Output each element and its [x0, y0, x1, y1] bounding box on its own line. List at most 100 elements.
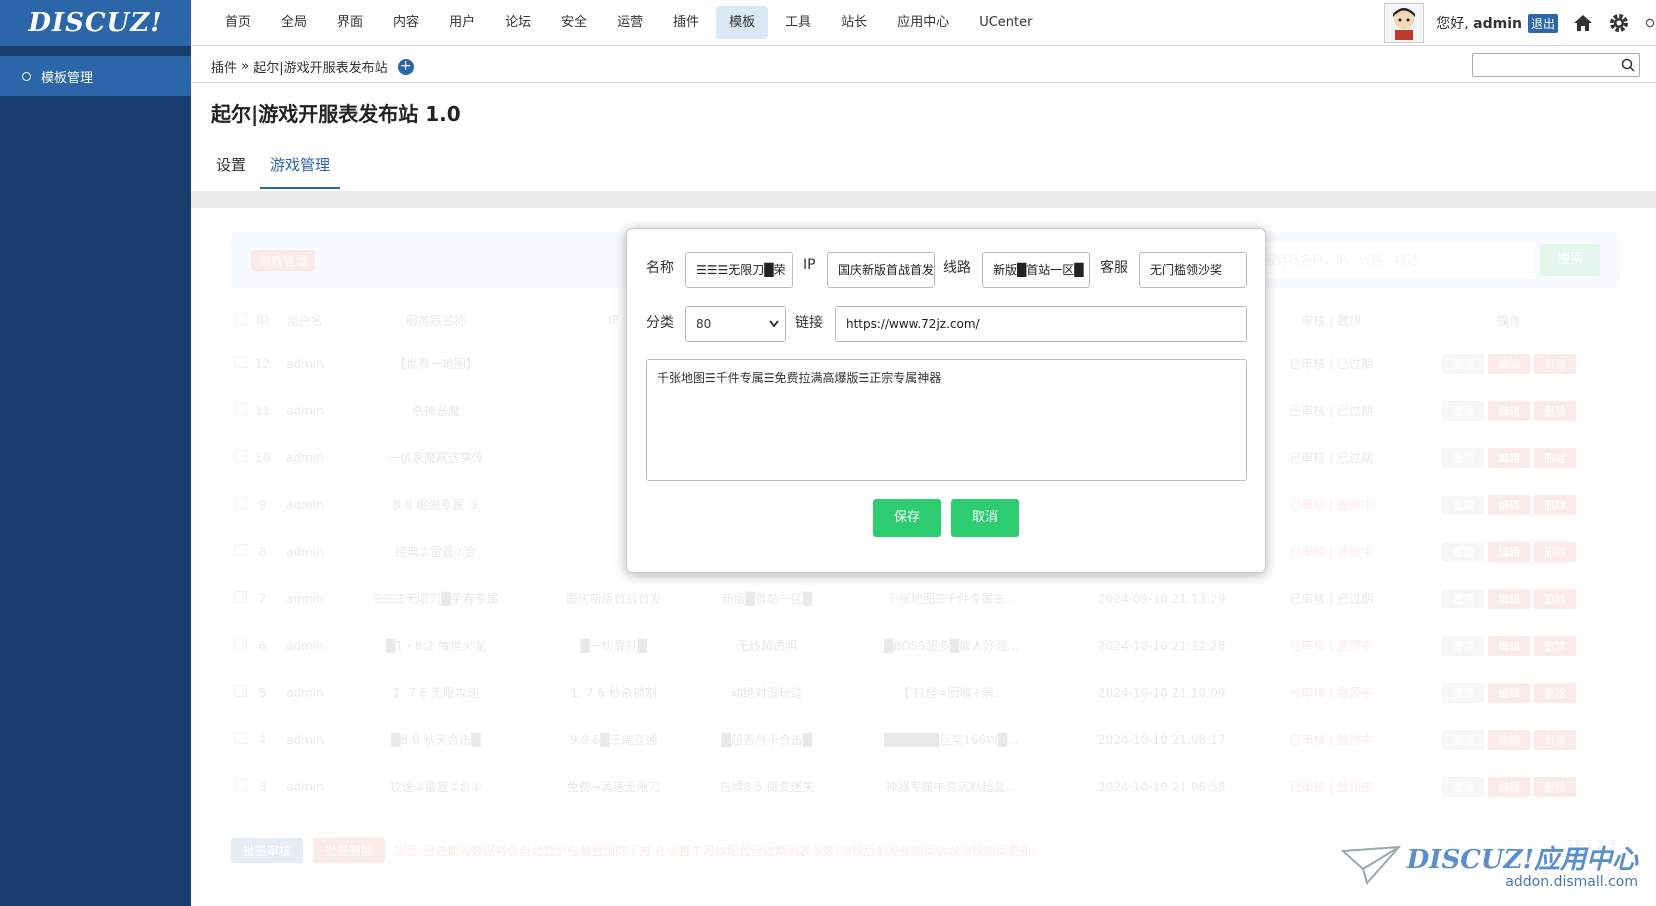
delete-button[interactable]: 删除 — [1534, 776, 1577, 797]
cell-actions: 置顶 编辑 删除 — [1398, 434, 1620, 481]
cell-user: admin — [286, 403, 324, 418]
nav-item[interactable]: 应用中心 — [884, 6, 962, 39]
cell-name: 经典②雷霆②合 — [395, 545, 477, 559]
nav-item[interactable]: 首页 — [212, 6, 264, 39]
edit-button[interactable]: 编辑 — [1488, 447, 1531, 468]
cell-status: 已审核 | 置顶中 — [1289, 686, 1374, 700]
search-icon[interactable] — [1621, 58, 1635, 72]
row-checkbox[interactable] — [234, 497, 247, 509]
nav-item[interactable]: 工具 — [772, 6, 824, 39]
delete-button[interactable]: 删除 — [1534, 635, 1577, 656]
edit-button[interactable]: 编辑 — [1488, 353, 1531, 374]
logout-button[interactable]: 退出 — [1527, 13, 1558, 33]
save-button[interactable]: 保存 — [873, 499, 941, 537]
nav-item[interactable]: UCenter — [966, 6, 1045, 39]
row-checkbox[interactable] — [234, 544, 247, 556]
nav-item[interactable]: 全局 — [268, 6, 320, 39]
cell-actions: 置顶 编辑 删除 — [1398, 622, 1620, 669]
avatar[interactable] — [1384, 3, 1425, 43]
row-checkbox[interactable] — [234, 638, 247, 650]
column-header: 服务器名称 — [405, 313, 466, 328]
pin-button[interactable]: 置顶 — [1442, 447, 1485, 468]
admin-search — [1472, 53, 1640, 77]
theme-toggle-icon[interactable] — [1644, 12, 1656, 34]
tab-settings[interactable]: 设置 — [206, 142, 256, 189]
breadcrumb-current: 起尔|游戏开服表发布站 — [253, 61, 388, 76]
bulk-approve-button[interactable]: 批量审核 — [231, 838, 304, 863]
row-checkbox[interactable] — [234, 779, 247, 791]
delete-button[interactable]: 删除 — [1534, 353, 1577, 374]
pin-button[interactable]: 置顶 — [1442, 541, 1485, 562]
nav-item[interactable]: 安全 — [548, 6, 600, 39]
row-checkbox[interactable] — [234, 591, 247, 603]
breadcrumb-plugin[interactable]: 插件 — [211, 57, 237, 76]
select-all-checkbox[interactable] — [234, 312, 247, 325]
edit-button[interactable]: 编辑 — [1488, 776, 1531, 797]
ip-field[interactable]: 国庆新版首战首发 — [827, 252, 935, 288]
nav-item[interactable]: 论坛 — [492, 6, 544, 39]
cell-time: 2024-10-10 21:12:28 — [1098, 638, 1226, 653]
edit-button[interactable]: 编辑 — [1488, 635, 1531, 656]
nav-item[interactable]: 用户 — [436, 6, 488, 39]
delete-button[interactable]: 删除 — [1534, 682, 1577, 703]
discuz-logo[interactable]: DISCUZ! — [0, 0, 191, 46]
home-icon[interactable] — [1572, 12, 1594, 34]
bulk-delete-button[interactable]: 批量删除 — [313, 838, 386, 863]
row-checkbox[interactable] — [234, 450, 247, 462]
pin-button[interactable]: 置顶 — [1442, 588, 1485, 609]
list-search-button[interactable]: 搜索 — [1540, 244, 1600, 276]
pin-button[interactable]: 置顶 — [1442, 494, 1485, 515]
row-checkbox[interactable] — [234, 732, 247, 744]
cancel-button[interactable]: 取消 — [951, 499, 1019, 537]
pin-button[interactable]: 置顶 — [1442, 776, 1485, 797]
row-checkbox[interactable] — [234, 356, 247, 368]
pin-button[interactable]: 置顶 — [1442, 729, 1485, 750]
nav-item[interactable]: 运营 — [604, 6, 656, 39]
circle-icon — [22, 71, 31, 81]
edit-button[interactable]: 编辑 — [1488, 494, 1531, 515]
admin-search-input[interactable] — [1473, 54, 1613, 76]
chevron-down-icon — [769, 320, 779, 328]
sidebar-item-template-manage[interactable]: 模板管理 — [0, 56, 191, 96]
pin-button[interactable]: 置顶 — [1442, 400, 1485, 421]
cell-actions: 置顶 编辑 删除 — [1398, 340, 1620, 387]
row-checkbox[interactable] — [234, 403, 247, 415]
category-select[interactable]: 80 — [685, 306, 786, 342]
edit-button[interactable]: 编辑 — [1488, 682, 1531, 703]
column-header: 用户名 — [286, 313, 323, 328]
nav-item[interactable]: 插件 — [660, 6, 712, 39]
delete-button[interactable]: 删除 — [1534, 400, 1577, 421]
list-search-input[interactable]: 服务器名称、IP、线路、描述 — [1254, 242, 1534, 278]
tab-game-manage[interactable]: 游戏管理 — [260, 142, 341, 189]
cell-desc: █BOSS超多█散人好混... — [883, 639, 1019, 653]
cell-status: 已审核 | 已过期 — [1289, 451, 1374, 465]
line-field[interactable]: 新版█首站一区█ — [982, 252, 1090, 288]
edit-button[interactable]: 编辑 — [1488, 588, 1531, 609]
gear-icon[interactable] — [1608, 12, 1630, 34]
edit-button[interactable]: 编辑 — [1488, 400, 1531, 421]
description-textarea[interactable]: 千张地图☰千件专属☰免费拉满高爆版☰正宗专属神器 — [646, 359, 1247, 481]
delete-button[interactable]: 删除 — [1534, 494, 1577, 515]
name-field[interactable]: ☰☰☰无限刀█荣 — [685, 252, 793, 288]
edit-button[interactable]: 编辑 — [1488, 729, 1531, 750]
row-select-cell — [231, 716, 250, 763]
edit-button[interactable]: 编辑 — [1488, 541, 1531, 562]
delete-button[interactable]: 删除 — [1534, 588, 1577, 609]
delete-button[interactable]: 删除 — [1534, 447, 1577, 468]
nav-item[interactable]: 内容 — [380, 6, 432, 39]
row-checkbox[interactable] — [234, 685, 247, 697]
line-label: 线路 — [943, 260, 971, 276]
delete-button[interactable]: 删除 — [1534, 729, 1577, 750]
link-field[interactable]: https://www.72jz.com/ — [835, 306, 1247, 342]
pin-button[interactable]: 置顶 — [1442, 682, 1485, 703]
delete-button[interactable]: 删除 — [1534, 541, 1577, 562]
nav-item[interactable]: 界面 — [324, 6, 376, 39]
pin-button[interactable]: 置顶 — [1442, 635, 1485, 656]
nav-item[interactable]: 站长 — [828, 6, 880, 39]
add-shortcut-icon[interactable]: + — [397, 58, 414, 75]
nav-item[interactable]: 模板 — [716, 6, 769, 39]
cell-id: 7 — [258, 591, 267, 606]
ip-label: IP — [803, 257, 816, 273]
service-field[interactable]: 无门槛领沙奖 — [1139, 252, 1247, 288]
pin-button[interactable]: 置顶 — [1442, 353, 1485, 374]
